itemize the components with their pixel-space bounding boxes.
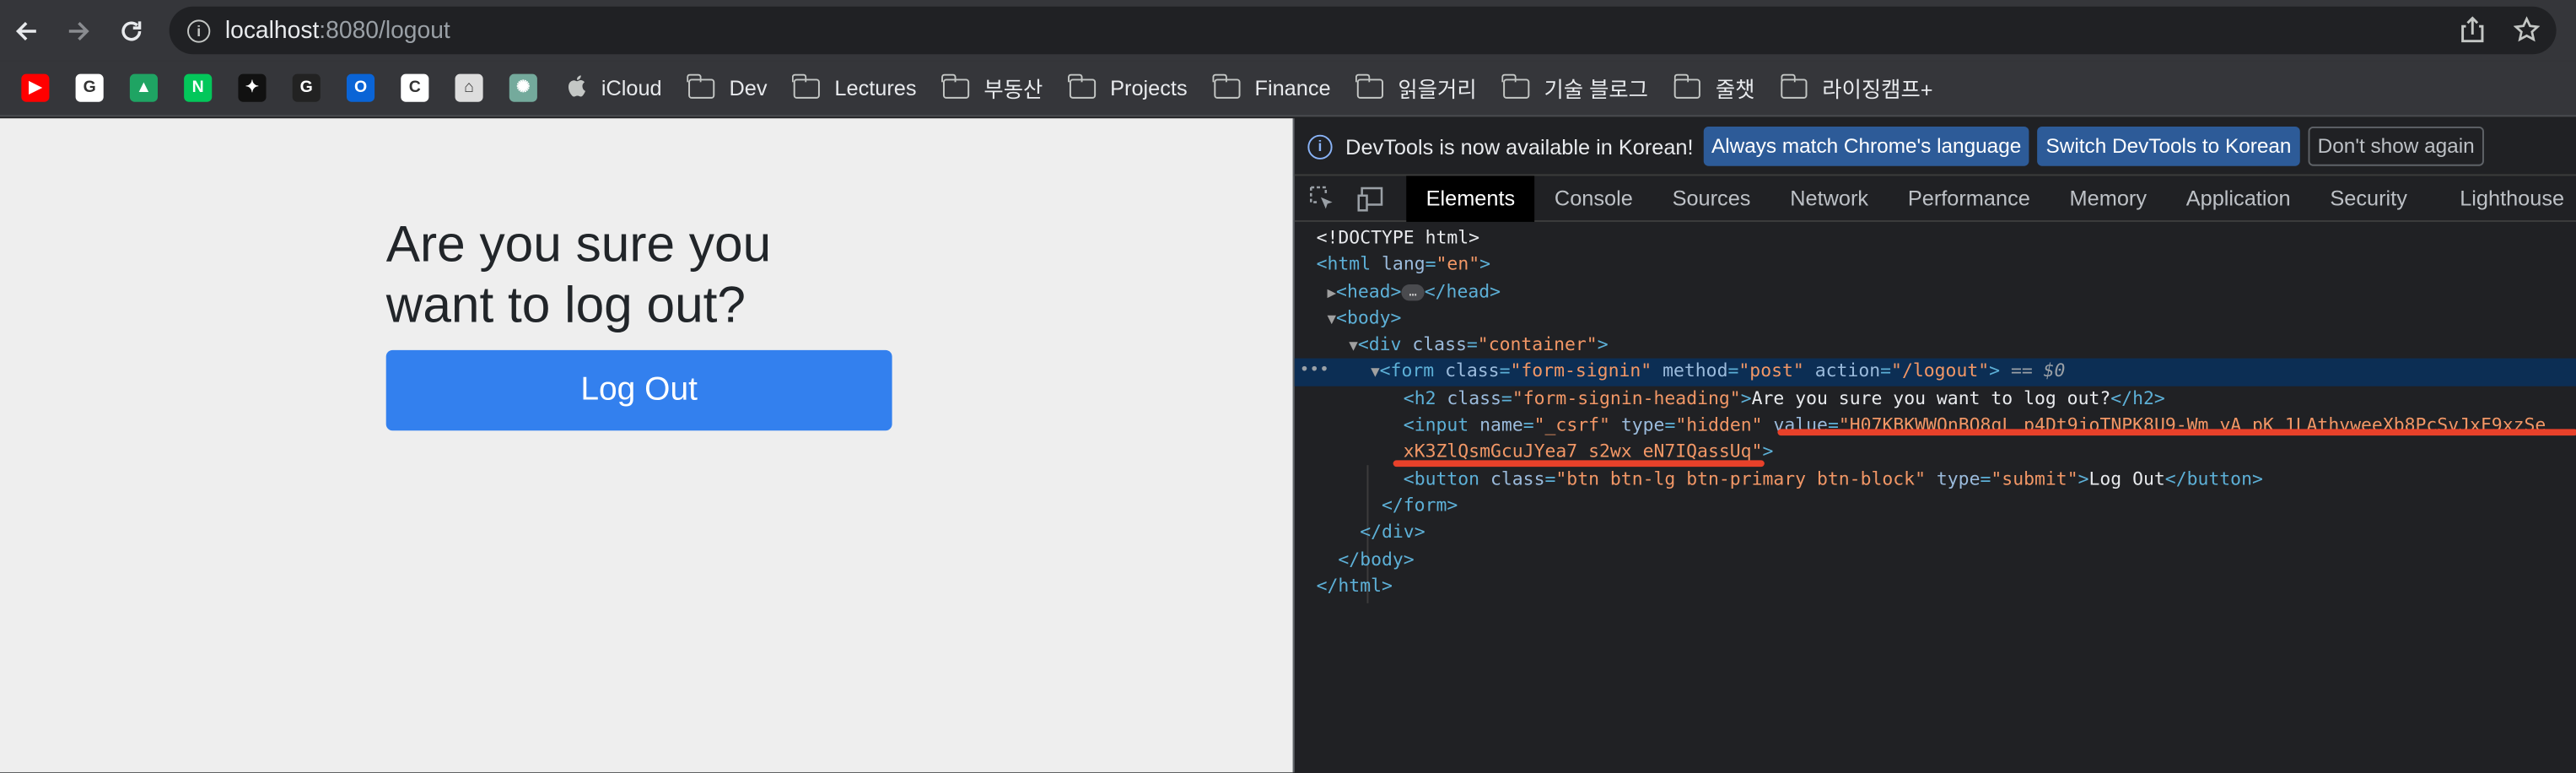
- bookmark-folder[interactable]: Projects: [1068, 73, 1188, 100]
- outlook-icon[interactable]: O: [346, 73, 375, 102]
- bookmark-icloud[interactable]: iCloud: [567, 74, 662, 102]
- inspect-element-icon[interactable]: [1309, 185, 1335, 211]
- bookmark-label: Finance: [1254, 75, 1331, 100]
- highlight-underline-1: [1777, 429, 2576, 436]
- folder-icon: [1212, 73, 1240, 98]
- tab-security[interactable]: Security: [2310, 175, 2427, 221]
- naver-icon[interactable]: N: [184, 73, 213, 102]
- bookmark-label: 줄챗: [1715, 77, 1755, 102]
- bookmark-folder[interactable]: 기술 블로그: [1501, 73, 1648, 104]
- more-options-icon[interactable]: •••: [1300, 359, 1329, 386]
- info-icon: i: [1307, 133, 1333, 159]
- ellipsis-icon[interactable]: …: [1401, 284, 1425, 300]
- chatgpt-icon[interactable]: ✺: [509, 73, 537, 102]
- tab-network[interactable]: Network: [1770, 175, 1889, 221]
- bookmark-label: iCloud: [601, 75, 662, 100]
- back-icon[interactable]: [0, 8, 52, 54]
- dont-show-again-button[interactable]: Don't show again: [2307, 126, 2485, 166]
- tab-console[interactable]: Console: [1535, 175, 1653, 221]
- tree-node-doctype[interactable]: <!DOCTYPE html>: [1295, 225, 2576, 252]
- tab-performance[interactable]: Performance: [1888, 175, 2050, 221]
- logout-heading: Are you sure you want to log out?: [385, 215, 772, 334]
- bookmark-label: Lectures: [834, 75, 917, 100]
- apple-icon: [567, 74, 586, 102]
- google-drive-icon[interactable]: ▲: [129, 73, 158, 102]
- folder-icon: [1501, 73, 1529, 98]
- bookmark-folder[interactable]: 라이징캠프+: [1780, 73, 1933, 104]
- bookmark-folder[interactable]: Lectures: [792, 73, 917, 100]
- bookmark-label: 부동산: [984, 77, 1043, 102]
- tree-node-form-selected[interactable]: ••• ▼<form class="form-signin" method="p…: [1294, 359, 2576, 386]
- tree-node-body-close[interactable]: </body>: [1295, 547, 2576, 574]
- csrf-value-part2: xK3ZlQsmGcuJYea7_s2wx_eN7IQassUq: [1403, 441, 1752, 463]
- bookmark-folder[interactable]: 부동산: [941, 73, 1043, 104]
- tab-application[interactable]: Application: [2166, 175, 2310, 221]
- tree-node-form-close[interactable]: </form>: [1295, 493, 2576, 520]
- devtools-infobar: i DevTools is now available in Korean! A…: [1294, 118, 2576, 176]
- infobar-message: DevTools is now available in Korean!: [1345, 133, 1694, 159]
- bookmark-folder[interactable]: 줄챗: [1673, 73, 1755, 104]
- tree-node-h2[interactable]: <h2 class="form-signin-heading">Are you …: [1295, 386, 2576, 413]
- url-host: localhost: [224, 17, 320, 44]
- tree-node-div-close[interactable]: </div>: [1295, 520, 2576, 547]
- tab-sources[interactable]: Sources: [1652, 175, 1770, 221]
- dollar0-label: == $0: [2010, 360, 2066, 382]
- person-app-icon[interactable]: ⌂: [455, 73, 483, 102]
- bookmark-folder[interactable]: Finance: [1212, 73, 1331, 100]
- tree-node-body[interactable]: ▼<body>: [1295, 305, 2576, 332]
- bookmark-label: 읽을거리: [1398, 77, 1477, 102]
- folder-icon: [687, 73, 714, 98]
- tab-memory[interactable]: Memory: [2050, 175, 2166, 221]
- folder-icon: [941, 73, 969, 98]
- reload-icon[interactable]: [105, 8, 158, 54]
- bookmark-label: Projects: [1110, 75, 1188, 100]
- match-language-button[interactable]: Always match Chrome's language: [1703, 126, 2030, 166]
- folder-icon: [792, 73, 820, 98]
- tree-node-head[interactable]: ▶<head>… </head>: [1295, 278, 2576, 305]
- switch-korean-button[interactable]: Switch DevTools to Korean: [2037, 126, 2300, 166]
- tree-node-html[interactable]: <html lang="en">: [1295, 252, 2576, 279]
- devtools-panel: i DevTools is now available in Korean! A…: [1292, 118, 2576, 773]
- address-bar[interactable]: i localhost:8080/logout: [169, 6, 2557, 55]
- share-icon[interactable]: [2461, 16, 2484, 51]
- elements-tree: <!DOCTYPE html> <html lang="en"> ▶<head>…: [1294, 222, 2576, 603]
- browser-toolbar: i localhost:8080/logout: [0, 0, 2576, 62]
- page-content: Are you sure you want to log out? Log Ou…: [0, 118, 1293, 773]
- tab-elements[interactable]: Elements: [1406, 175, 1535, 221]
- bookmark-label: 기술 블로그: [1544, 77, 1648, 102]
- bookmark-folder[interactable]: Dev: [687, 73, 768, 100]
- tree-node-button[interactable]: <button class="btn btn-lg btn-primary bt…: [1295, 467, 2576, 494]
- url-text[interactable]: localhost:8080/logout: [225, 17, 450, 43]
- folder-icon: [1068, 73, 1096, 98]
- bookmark-star-icon[interactable]: [2513, 16, 2541, 51]
- bookmarks-bar: ▶ G ▲ N ✦ G O C ⌂ ✺ iCloud Dev Lectures 부동산 Projects Fi…: [0, 61, 2576, 117]
- app-icon[interactable]: ✦: [238, 73, 267, 102]
- bookmark-label: 라이징캠프+: [1822, 77, 1933, 102]
- site-info-icon[interactable]: i: [187, 19, 211, 42]
- folder-icon: [1673, 73, 1701, 98]
- devtools-tabbar: Elements Console Sources Network Performance…: [1294, 175, 2576, 222]
- device-toolbar-icon[interactable]: [1357, 185, 1387, 211]
- logout-button[interactable]: Log Out: [385, 349, 892, 431]
- tab-lighthouse[interactable]: Lighthouse: [2440, 175, 2576, 221]
- c-app-icon[interactable]: C: [401, 73, 429, 102]
- url-path: :8080/logout: [319, 17, 450, 44]
- forward-icon[interactable]: [52, 8, 105, 54]
- tree-node-html-close[interactable]: </html>: [1295, 573, 2576, 600]
- tree-node-div[interactable]: ▼<div class="container">: [1295, 332, 2576, 359]
- bookmark-folder[interactable]: 읽을거리: [1355, 73, 1477, 104]
- youtube-icon[interactable]: ▶: [21, 73, 50, 102]
- highlight-underline-2: [1393, 460, 1765, 468]
- bookmark-label: Dev: [729, 75, 768, 100]
- google-icon[interactable]: G: [75, 73, 104, 102]
- g-app-icon[interactable]: G: [292, 73, 321, 102]
- folder-icon: [1355, 73, 1383, 98]
- folder-icon: [1780, 73, 1808, 98]
